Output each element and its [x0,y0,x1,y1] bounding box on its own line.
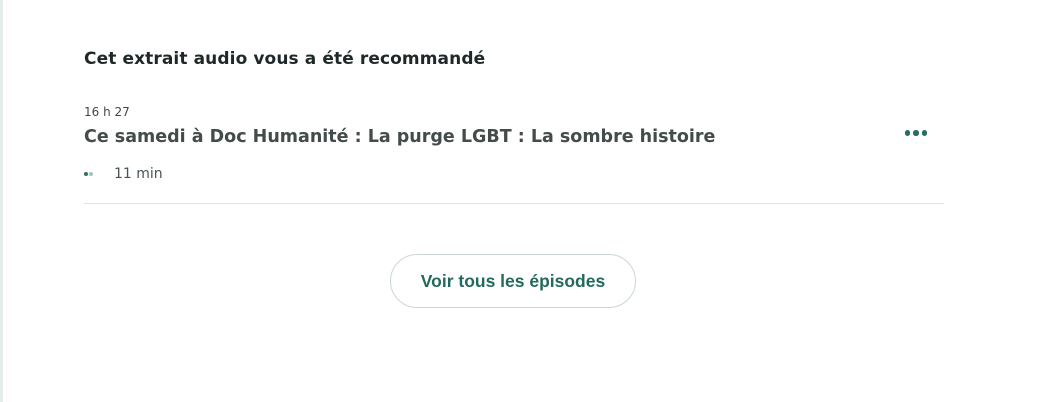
episode-meta: 11 min [84,165,163,183]
all-episodes-button[interactable]: Voir tous les épisodes [390,254,636,308]
left-border [0,0,3,402]
episode-time: 16 h 27 [84,105,130,119]
section-title: Cet extrait audio vous a été recommandé [84,49,486,69]
episode-item: 16 h 27 Ce samedi à Doc Humanité : La pu… [84,100,944,204]
recommended-audio-section: Cet extrait audio vous a été recommandé … [84,0,944,402]
episode-duration: 11 min [114,166,163,182]
progress-dot-empty [89,172,93,176]
more-options-button[interactable] [898,122,934,144]
more-dot-icon [904,130,911,136]
listen-progress-icon [84,172,114,176]
episode-divider [84,203,944,204]
progress-dot-filled [84,172,88,176]
more-dot-icon [921,130,928,136]
more-dot-icon [913,130,919,136]
episode-title-link[interactable]: Ce samedi à Doc Humanité : La purge LGBT… [84,127,715,147]
